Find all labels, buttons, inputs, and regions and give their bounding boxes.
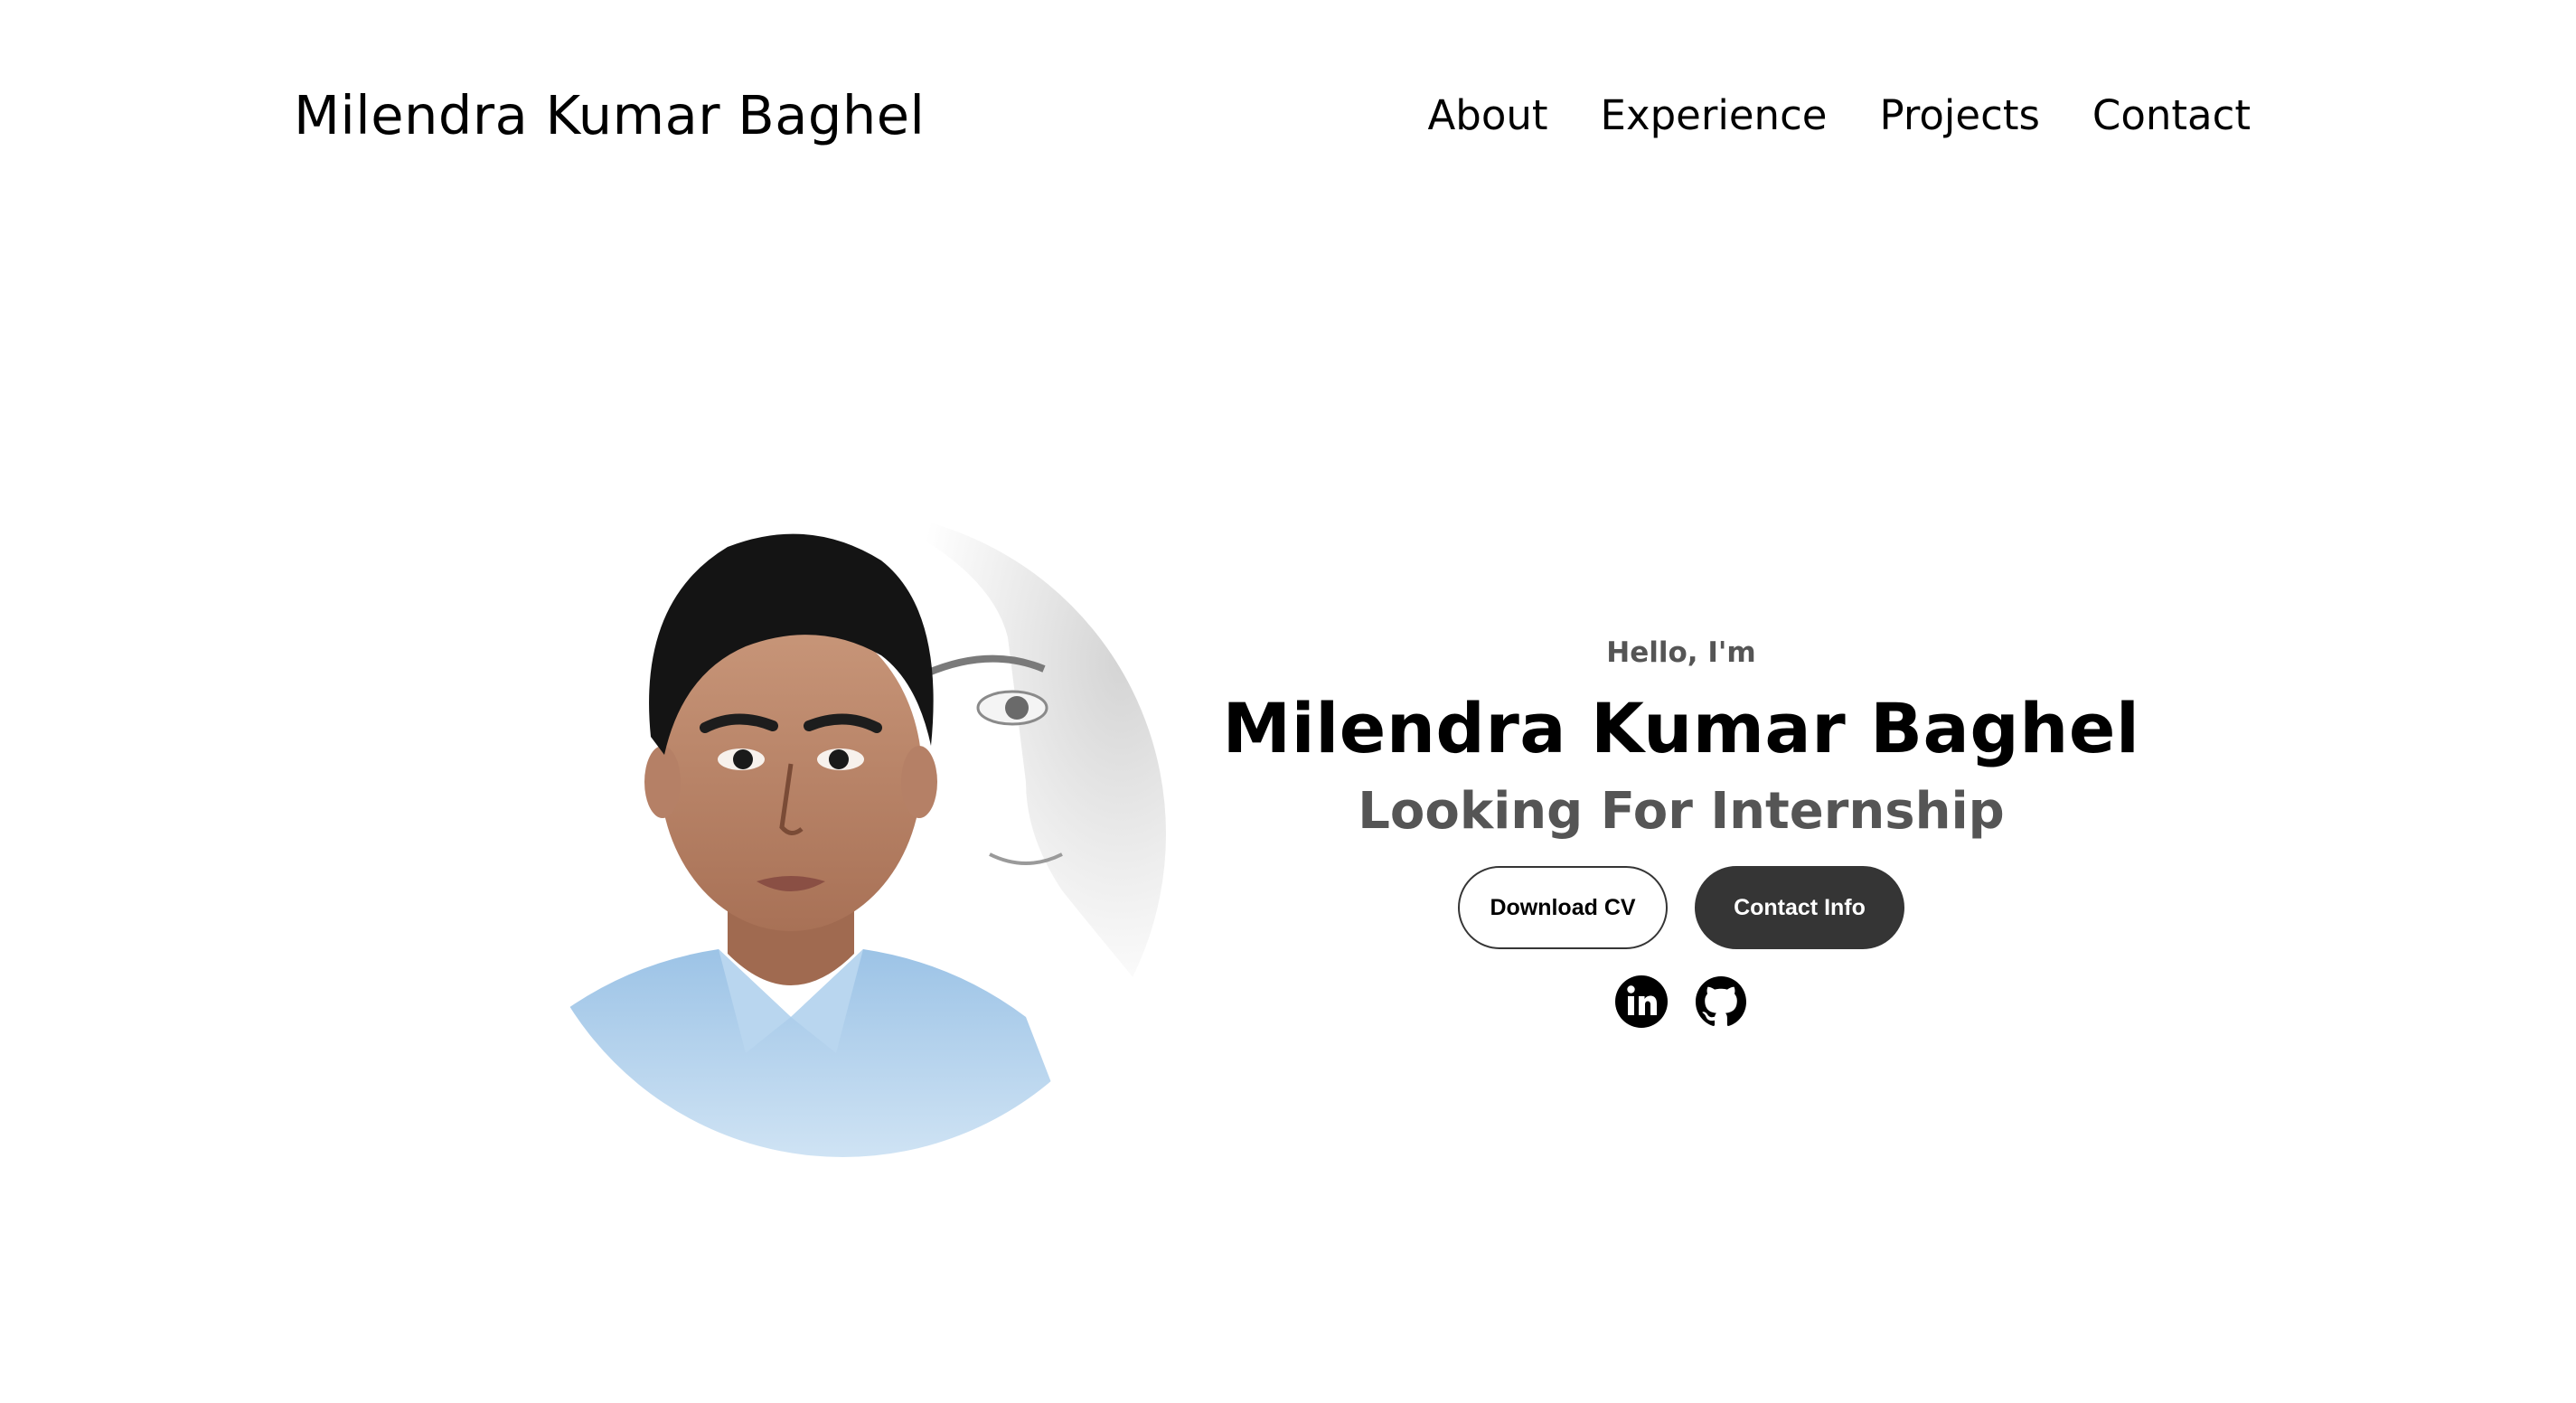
profile-picture <box>520 511 1166 1157</box>
hero-name: Milendra Kumar Baghel <box>1222 688 2140 768</box>
profile-section: Hello, I'm Milendra Kumar Baghel Looking… <box>0 0 2576 1403</box>
hero-subtitle: Looking For Internship <box>1358 782 2005 841</box>
github-icon[interactable] <box>1694 975 1748 1029</box>
linkedin-icon[interactable] <box>1614 975 1669 1029</box>
profile-text: Hello, I'm Milendra Kumar Baghel Looking… <box>1220 633 2142 1029</box>
contact-info-button[interactable]: Contact Info <box>1695 866 1904 949</box>
socials-container <box>1220 975 2142 1029</box>
button-row: Download CV Contact Info <box>1220 866 2142 949</box>
profile-portrait-illustration <box>520 511 1166 1157</box>
download-cv-button[interactable]: Download CV <box>1458 866 1668 949</box>
greeting-text: Hello, I'm <box>1606 636 1756 669</box>
